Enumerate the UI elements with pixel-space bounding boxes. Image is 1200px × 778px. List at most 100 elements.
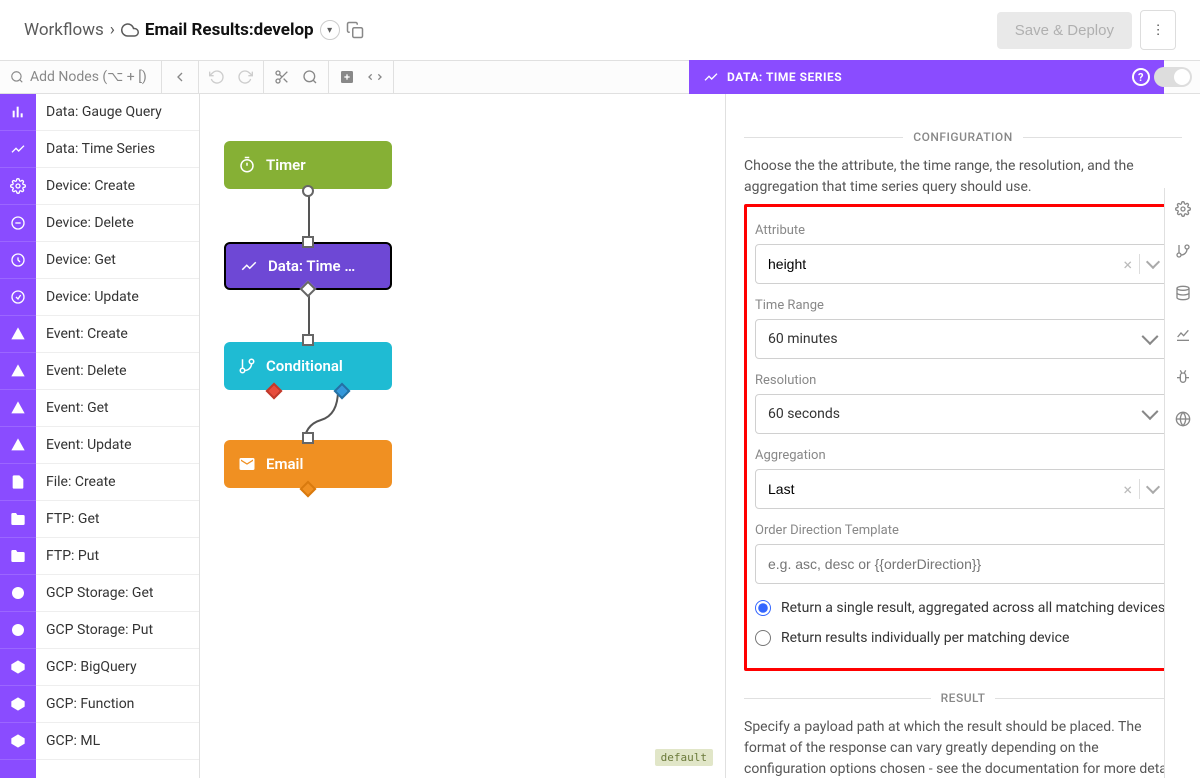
palette-icon-event-create[interactable]	[0, 316, 36, 353]
palette-item[interactable]: Event: Delete	[36, 353, 199, 390]
config-description: Choose the the attribute, the time range…	[744, 156, 1182, 198]
branch-icon	[238, 357, 256, 375]
palette-item[interactable]: Event: Create	[36, 316, 199, 353]
attribute-input[interactable]: ×	[755, 244, 1171, 284]
code-icon[interactable]	[367, 69, 383, 85]
branch-dropdown-button[interactable]: ▾	[320, 20, 340, 40]
palette-item[interactable]: Device: Update	[36, 279, 199, 316]
rail-globe-icon[interactable]	[1165, 398, 1200, 440]
order-input-wrap[interactable]	[755, 544, 1171, 584]
help-icon[interactable]: ?	[1132, 68, 1150, 86]
attribute-value[interactable]	[768, 256, 1110, 272]
palette-icon-gauge[interactable]	[0, 94, 36, 131]
node-email[interactable]: Email	[224, 440, 392, 488]
workflow-canvas[interactable]: Timer Data: Time … Conditional Email def…	[200, 94, 725, 778]
aggregation-value[interactable]	[768, 481, 1110, 497]
radio-single-result-input[interactable]	[755, 600, 771, 616]
rail-branch-icon[interactable]	[1165, 230, 1200, 272]
palette-icon-device-get[interactable]	[0, 242, 36, 279]
breadcrumb-separator: ›	[110, 20, 115, 40]
workflow-branch: develop	[254, 20, 314, 40]
save-deploy-button[interactable]: Save & Deploy	[997, 12, 1132, 49]
palette-icon-ftp-get[interactable]	[0, 501, 36, 538]
palette-icon-device-delete[interactable]	[0, 205, 36, 242]
timer-icon	[238, 156, 256, 174]
add-nodes-placeholder: Add Nodes (⌥ + [)	[30, 69, 147, 85]
palette-icon-event-get[interactable]	[0, 390, 36, 427]
rail-settings-icon[interactable]	[1165, 188, 1200, 230]
palette-icon-timeseries[interactable]	[0, 131, 36, 168]
rail-bug-icon[interactable]	[1165, 356, 1200, 398]
palette-icon-gcp-ml[interactable]	[0, 723, 36, 760]
default-version-badge: default	[655, 749, 713, 766]
copy-icon[interactable]	[346, 21, 364, 39]
node-data-timeseries[interactable]: Data: Time …	[224, 242, 392, 290]
node-timer-label: Timer	[266, 156, 306, 174]
radio-per-device[interactable]: Return results individually per matching…	[755, 630, 1171, 646]
result-description: Specify a payload path at which the resu…	[744, 717, 1182, 778]
palette-item[interactable]: GCP: Function	[36, 686, 199, 723]
aggregation-input[interactable]: ×	[755, 469, 1171, 509]
node-palette: Data: Gauge Query Data: Time Series Devi…	[0, 94, 200, 778]
palette-item[interactable]: FTP: Put	[36, 538, 199, 575]
aggregation-label: Aggregation	[755, 448, 1171, 463]
config-panel-header: DATA: TIME SERIES ?	[689, 60, 1164, 94]
palette-item[interactable]: Data: Time Series	[36, 131, 199, 168]
breadcrumb: Workflows › Email Results:develop ▾	[24, 20, 364, 40]
palette-icon-gcp-storage-put[interactable]	[0, 612, 36, 649]
palette-item[interactable]: GCP Storage: Put	[36, 612, 199, 649]
palette-item[interactable]: Device: Get	[36, 242, 199, 279]
palette-label-column: Data: Gauge Query Data: Time Series Devi…	[36, 94, 199, 778]
node-conditional[interactable]: Conditional	[224, 342, 392, 390]
palette-item[interactable]: File: Create	[36, 464, 199, 501]
search-icon	[10, 70, 24, 84]
palette-item[interactable]: GCP: ML	[36, 723, 199, 760]
config-panel-title: DATA: TIME SERIES	[727, 70, 842, 84]
order-label: Order Direction Template	[755, 523, 1171, 538]
undo-icon[interactable]	[209, 69, 225, 85]
time-range-label: Time Range	[755, 298, 1171, 313]
header-more-button[interactable]: ⋮	[1140, 10, 1176, 50]
section-title-config: CONFIGURATION	[913, 130, 1012, 144]
palette-icon-file-create[interactable]	[0, 464, 36, 501]
radio-per-device-label: Return results individually per matching…	[781, 630, 1069, 646]
resolution-value: 60 seconds	[768, 406, 840, 422]
zoom-icon[interactable]	[302, 69, 318, 85]
palette-icon-event-delete[interactable]	[0, 353, 36, 390]
resolution-select[interactable]: 60 seconds	[755, 394, 1171, 434]
radio-single-result[interactable]: Return a single result, aggregated acros…	[755, 600, 1171, 616]
palette-item[interactable]: Device: Delete	[36, 205, 199, 242]
palette-item[interactable]: GCP Storage: Get	[36, 575, 199, 612]
app-header: Workflows › Email Results:develop ▾ Save…	[0, 0, 1200, 60]
palette-item[interactable]: Event: Update	[36, 427, 199, 464]
add-nodes-input[interactable]: Add Nodes (⌥ + [)	[0, 61, 162, 93]
add-panel-icon[interactable]	[339, 69, 355, 85]
redo-icon[interactable]	[237, 69, 253, 85]
palette-icon-gcp-function[interactable]	[0, 686, 36, 723]
palette-icon-ftp-put[interactable]	[0, 538, 36, 575]
palette-item[interactable]: Event: Get	[36, 390, 199, 427]
palette-icon-gcp-storage-get[interactable]	[0, 575, 36, 612]
time-range-select[interactable]: 60 minutes	[755, 319, 1171, 359]
palette-item[interactable]: GCP: BigQuery	[36, 649, 199, 686]
node-timer[interactable]: Timer	[224, 141, 392, 189]
radio-single-result-label: Return a single result, aggregated acros…	[781, 600, 1165, 616]
palette-icon-device-create[interactable]	[0, 168, 36, 205]
palette-item[interactable]: Data: Gauge Query	[36, 94, 199, 131]
clear-icon[interactable]: ×	[1123, 255, 1132, 274]
palette-item[interactable]: Device: Create	[36, 168, 199, 205]
debug-toggle[interactable]	[1154, 67, 1192, 87]
clear-icon[interactable]: ×	[1123, 480, 1132, 499]
back-icon[interactable]	[172, 69, 188, 85]
order-input[interactable]	[768, 556, 1158, 572]
rail-database-icon[interactable]	[1165, 272, 1200, 314]
breadcrumb-root[interactable]: Workflows	[24, 20, 104, 40]
palette-icon-gcp-bigquery[interactable]	[0, 649, 36, 686]
rail-chart-icon[interactable]	[1165, 314, 1200, 356]
palette-item[interactable]: FTP: Get	[36, 501, 199, 538]
radio-per-device-input[interactable]	[755, 630, 771, 646]
timeseries-icon	[703, 69, 719, 85]
cut-icon[interactable]	[274, 69, 290, 85]
palette-icon-event-update[interactable]	[0, 427, 36, 464]
palette-icon-device-update[interactable]	[0, 279, 36, 316]
